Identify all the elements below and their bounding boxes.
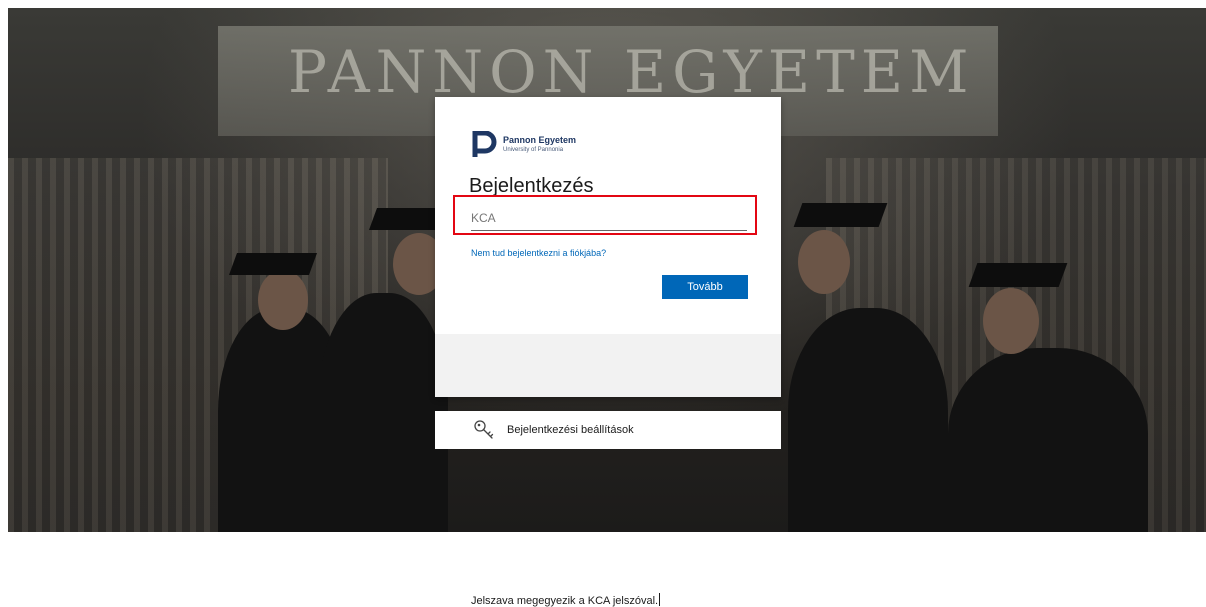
graduation-cap xyxy=(793,203,888,227)
graduate-figure xyxy=(948,348,1148,532)
username-input[interactable] xyxy=(471,206,747,231)
building-sign: PANNON EGYETEM xyxy=(288,38,975,106)
cant-sign-in-link[interactable]: Nem tud bejelentkezni a fiókjába? xyxy=(471,248,606,258)
signin-options-button[interactable]: Bejelentkezési beállítások xyxy=(435,411,781,449)
graduate-figure xyxy=(318,293,448,532)
graduate-head xyxy=(983,288,1039,354)
signin-options-label: Bejelentkezési beállítások xyxy=(507,424,634,436)
graduation-cap xyxy=(228,253,318,275)
next-button[interactable]: Tovább xyxy=(662,275,748,299)
graduate-head xyxy=(258,270,308,330)
logo-subtitle: University of Pannonia xyxy=(503,146,564,153)
logo-name: Pannon Egyetem xyxy=(503,134,577,145)
graduate-head xyxy=(798,230,850,294)
pannon-p-logo-icon xyxy=(472,131,497,157)
pannon-logo: Pannon Egyetem University of Pannonia xyxy=(471,131,576,157)
password-notice: Jelszava megegyezik a KCA jelszóval. xyxy=(471,593,661,607)
signin-panel: Pannon Egyetem University of Pannonia Be… xyxy=(435,97,781,334)
notice-panel: Jelszava megegyezik a KCA jelszóval. xyxy=(435,334,781,607)
key-icon xyxy=(474,420,494,439)
graduate-figure xyxy=(788,308,948,532)
password-notice-text: Jelszava megegyezik a KCA jelszóval. xyxy=(471,595,659,607)
text-cursor xyxy=(659,593,661,606)
signin-card: Pannon Egyetem University of Pannonia Be… xyxy=(435,97,781,607)
graduation-cap xyxy=(968,263,1068,287)
